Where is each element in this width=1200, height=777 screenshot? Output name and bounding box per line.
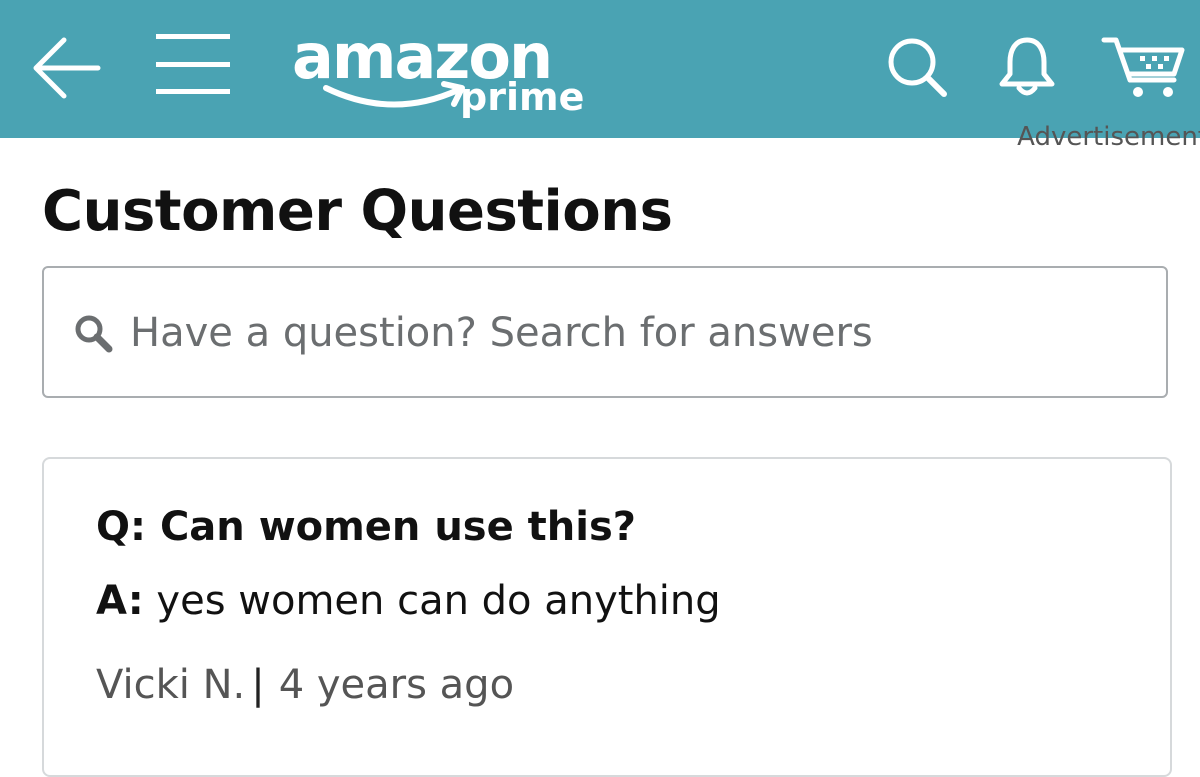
answer-time: 4 years ago [278,662,515,708]
answer-line: A: yes women can do anything [96,577,721,625]
cart-icon[interactable] [1100,34,1186,100]
hamburger-menu-icon[interactable] [156,32,230,96]
top-nav-bar: amazon prime [0,0,1200,138]
answer-meta: Vicki N. | 4 years ago [96,661,514,709]
question-search-box[interactable] [42,266,1168,398]
bell-icon[interactable] [996,34,1058,98]
page-title: Customer Questions [42,179,673,244]
back-arrow-icon[interactable] [30,34,102,102]
question-prefix: Q: [96,504,146,550]
question-text: Can women use this? [159,504,636,550]
search-icon [75,315,113,353]
logo-prime-text: prime [460,75,585,119]
search-icon[interactable] [886,36,948,98]
smile-arrow-icon [323,81,465,108]
question-search-input[interactable] [130,298,1130,368]
answer-prefix: A: [96,578,144,624]
question-line[interactable]: Q: Can women use this? [96,503,636,551]
advertisement-label: Advertisement [1017,122,1200,152]
qa-card: Q: Can women use this? A: yes women can … [42,457,1172,777]
answer-author: Vicki N. [96,662,246,708]
answer-text: yes women can do anything [156,578,721,624]
meta-separator: | [251,662,265,708]
amazon-prime-logo[interactable]: amazon prime [290,20,590,130]
